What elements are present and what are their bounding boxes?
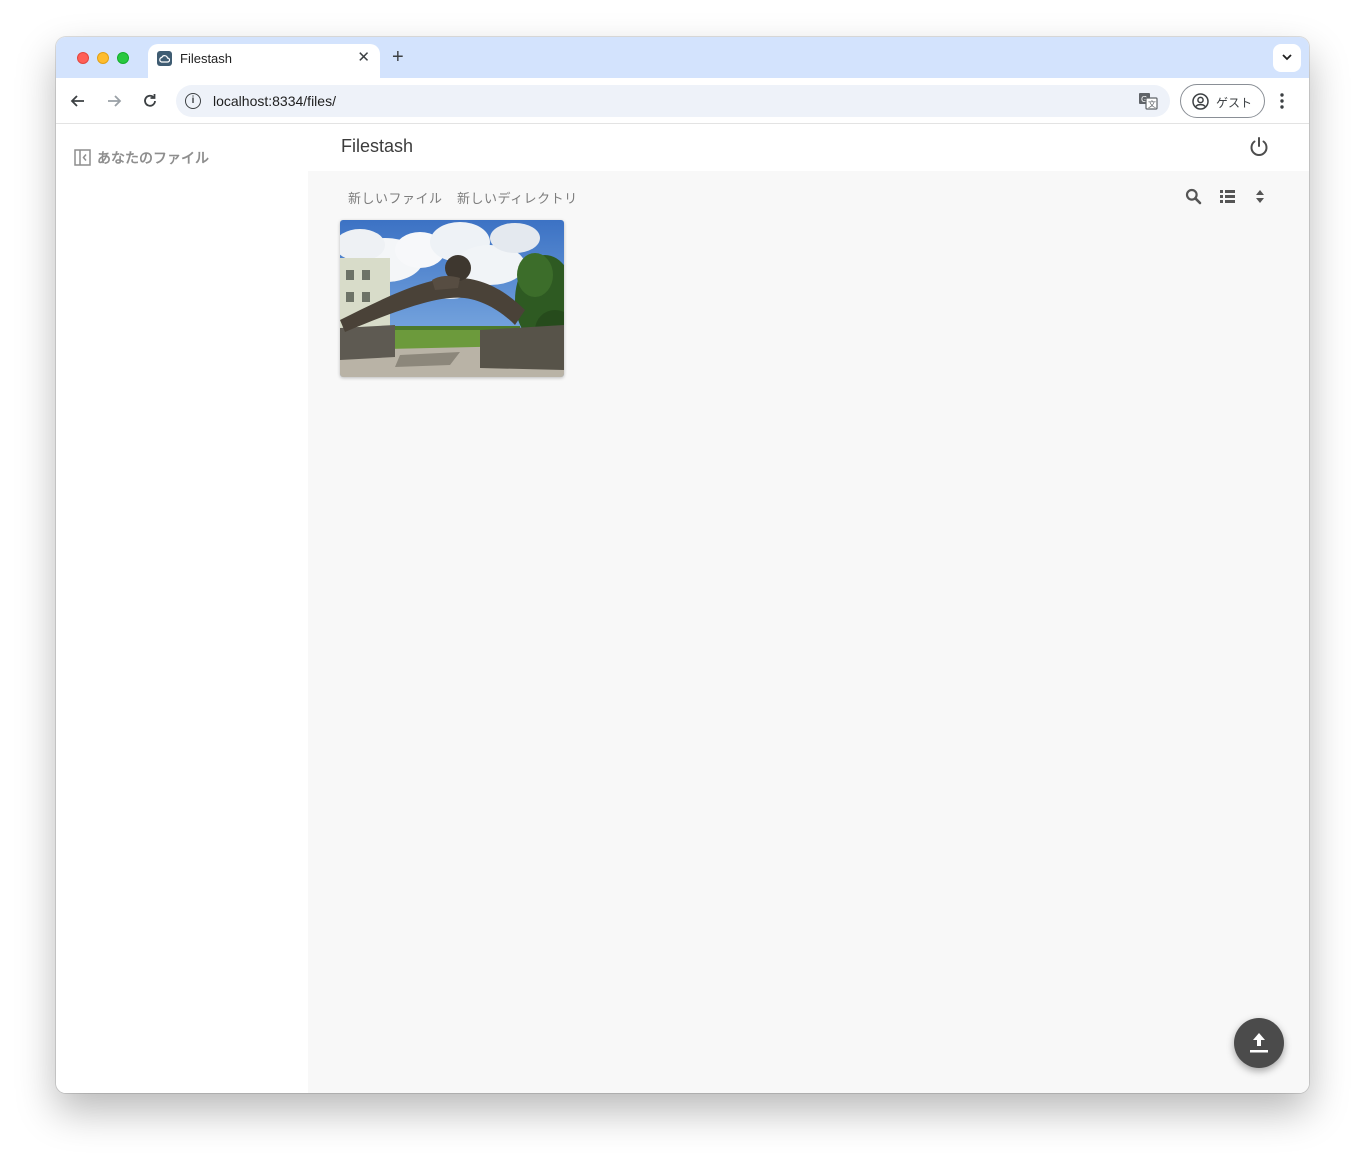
page-content: あなたのファイル Filestash 新しいファイル 新しいディレクトリ — [56, 125, 1309, 1093]
sidebar-toggle-icon[interactable] — [74, 149, 91, 166]
photo-thumbnail-image — [340, 220, 564, 377]
reload-icon[interactable] — [140, 91, 160, 111]
sidebar-title: あなたのファイル — [97, 150, 209, 166]
zoom-window-button[interactable] — [117, 52, 129, 64]
new-file-button[interactable]: 新しいファイル — [348, 188, 443, 207]
close-window-button[interactable] — [77, 52, 89, 64]
file-thumbnail[interactable] — [340, 220, 564, 377]
more-vert-icon[interactable] — [1279, 91, 1285, 111]
app-header: Filestash — [308, 125, 1309, 171]
address-bar[interactable]: i localhost:8334/files/ G 文 — [176, 85, 1170, 117]
filestash-favicon-icon — [157, 51, 172, 66]
file-browser: Filestash 新しいファイル 新しいディレクトリ — [308, 125, 1309, 1093]
translate-icon[interactable]: G 文 — [1138, 92, 1158, 110]
sort-icon[interactable] — [1255, 188, 1265, 205]
profile-button[interactable]: ゲスト — [1180, 84, 1265, 118]
forward-arrow-icon[interactable] — [104, 91, 124, 111]
app-brand[interactable]: Filestash — [341, 136, 413, 157]
tab-close-icon[interactable]: ✕ — [357, 50, 370, 66]
browser-window: Filestash ✕ + i localhost:8334/files/ G — [56, 37, 1309, 1093]
logout-power-icon[interactable] — [1248, 136, 1270, 158]
search-icon[interactable] — [1185, 188, 1202, 205]
new-tab-button[interactable]: + — [392, 46, 404, 68]
back-arrow-icon[interactable] — [68, 91, 88, 111]
chevron-down-icon — [1282, 54, 1292, 61]
sidebar: あなたのファイル — [60, 125, 308, 1093]
tab-filestash[interactable]: Filestash ✕ — [148, 44, 380, 78]
new-directory-button[interactable]: 新しいディレクトリ — [457, 188, 578, 207]
upload-button[interactable] — [1234, 1018, 1284, 1068]
profile-label: ゲスト — [1216, 96, 1253, 110]
tab-strip: Filestash ✕ + — [56, 37, 1309, 78]
tab-search-button[interactable] — [1273, 44, 1301, 72]
upload-icon — [1250, 1033, 1268, 1053]
svg-text:文: 文 — [1148, 99, 1156, 109]
site-info-icon[interactable]: i — [185, 93, 201, 109]
action-bar: 新しいファイル 新しいディレクトリ — [308, 183, 1309, 211]
list-view-icon[interactable] — [1219, 189, 1236, 204]
person-circle-icon — [1192, 93, 1209, 110]
tab-title: Filestash — [180, 51, 233, 66]
url-text[interactable]: localhost:8334/files/ — [213, 93, 336, 109]
minimize-window-button[interactable] — [97, 52, 109, 64]
browser-toolbar: i localhost:8334/files/ G 文 ゲスト — [56, 78, 1309, 124]
